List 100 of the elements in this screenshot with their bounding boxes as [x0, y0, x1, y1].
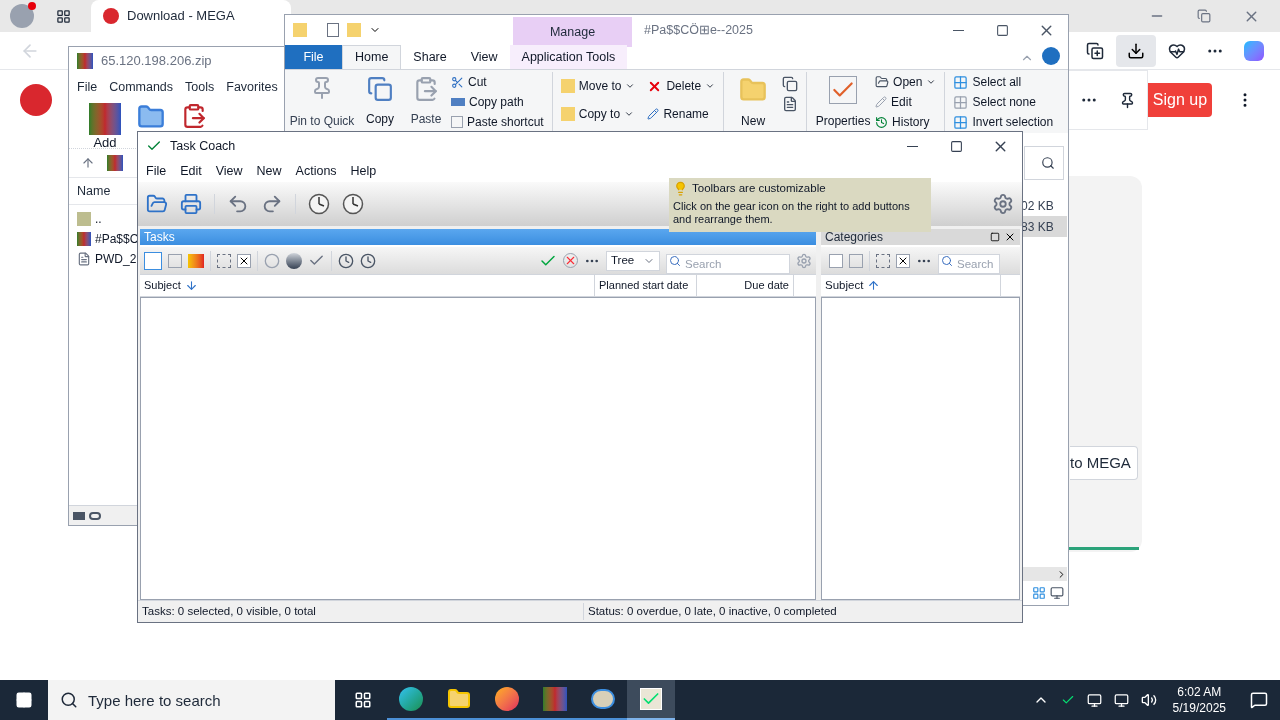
print-icon[interactable] [180, 193, 202, 215]
tab-actions-icon[interactable] [56, 8, 71, 24]
folder-icon [560, 79, 575, 93]
settings-icon[interactable] [992, 193, 1014, 215]
status-text: Tasks: 0 selected, 0 visible, 0 total [138, 602, 584, 621]
move-to-button[interactable]: Move to [560, 76, 636, 96]
checkmark-icon [829, 76, 858, 104]
file-name[interactable]: .. [95, 209, 102, 228]
browser-essentials-icon[interactable] [1168, 41, 1186, 60]
active-icon[interactable] [286, 252, 302, 269]
minimize-icon [952, 29, 964, 31]
up-arrow-icon[interactable] [81, 156, 95, 170]
folder-icon [77, 211, 91, 226]
menu-item[interactable]: Edit [180, 161, 202, 181]
collections-icon[interactable] [1086, 41, 1104, 60]
search-box[interactable] [1024, 146, 1064, 180]
rename-button[interactable]: Rename [647, 104, 716, 124]
delete-icon[interactable] [237, 253, 251, 268]
menu-item[interactable]: Favorites [226, 77, 278, 97]
cut-button[interactable]: Cut [451, 72, 544, 92]
browser-tab[interactable]: Download - MEGA [91, 0, 291, 32]
history-icon [875, 115, 889, 129]
menu-item[interactable]: New [256, 161, 282, 181]
maximize-icon [995, 23, 1009, 37]
start-tracking-icon[interactable] [308, 193, 330, 215]
column-header[interactable]: Planned start date [595, 275, 697, 296]
stop-tracking-icon[interactable] [342, 193, 364, 215]
edit-button[interactable]: Edit [875, 92, 937, 112]
menu-item[interactable]: Commands [109, 77, 174, 97]
open-icon[interactable] [146, 193, 168, 215]
menu-item[interactable]: File [146, 161, 167, 181]
scrollbar[interactable] [1021, 567, 1067, 581]
history-button[interactable]: History [875, 112, 937, 132]
menu-item[interactable]: File [77, 77, 98, 97]
start-icon[interactable] [15, 691, 33, 709]
search-icon [1041, 156, 1055, 170]
redo-icon[interactable] [261, 193, 283, 215]
delete-button[interactable]: Delete [647, 76, 716, 96]
close-pane-icon[interactable] [1004, 231, 1016, 243]
copy-to-button[interactable]: Copy to [560, 104, 636, 124]
select-none-button[interactable]: Select none [953, 92, 1054, 112]
ribbon-tab[interactable]: Share [401, 45, 459, 69]
new-folder-button[interactable]: New [732, 72, 775, 130]
clock-icon[interactable] [338, 252, 354, 269]
network-icon[interactable] [1113, 692, 1129, 708]
ribbon-tab[interactable]: Home [342, 45, 402, 69]
notifications-icon[interactable] [1250, 691, 1268, 709]
window-title: #Pa$$CÖ⊞e--2025 [644, 21, 753, 39]
open-button[interactable]: Open [875, 72, 937, 92]
maximize-pane-icon[interactable] [990, 232, 1000, 242]
caret-icon [705, 81, 716, 91]
restore-icon[interactable] [1197, 9, 1211, 23]
tooltip-title: Toolbars are customizable [692, 181, 826, 196]
ribbon-tab[interactable]: File [285, 45, 342, 69]
invert-selection-button[interactable]: Invert selection [953, 112, 1054, 132]
clock-time[interactable]: 6:02 AM [1177, 684, 1222, 700]
copy-path-button[interactable]: Copy path [451, 92, 544, 112]
column-header[interactable]: Subject [140, 275, 595, 296]
profile-avatar-icon[interactable] [10, 4, 34, 28]
select-all-button[interactable]: Select all [953, 72, 1054, 92]
ribbon-tab[interactable]: Application Tools [509, 45, 628, 69]
mega-button[interactable]: to MEGA [1070, 446, 1138, 480]
menu-item[interactable]: Tools [185, 77, 215, 97]
folder-icon [293, 23, 307, 37]
color-icon[interactable] [188, 253, 204, 268]
search-icon [941, 254, 953, 267]
paste-button[interactable]: Paste [405, 72, 447, 128]
sign-up-button[interactable]: Sign up [1148, 83, 1212, 117]
downloads-button[interactable] [1116, 34, 1156, 67]
details-view-icon[interactable] [1032, 586, 1046, 600]
pin-to-quick-access-button[interactable]: Pin to Quick [289, 72, 355, 130]
clipboard-icon[interactable] [181, 103, 207, 129]
taskbar-button[interactable] [627, 680, 675, 720]
column-header[interactable]: Due date [697, 275, 794, 296]
large-icons-view-icon[interactable] [1050, 586, 1064, 600]
paste-shortcut-button[interactable]: Paste shortcut [451, 112, 544, 132]
ribbon-tab[interactable]: View [458, 45, 510, 69]
view-select[interactable]: Tree [606, 250, 660, 271]
new-item-icon[interactable] [782, 76, 799, 92]
file-name[interactable]: PWD_2 [95, 249, 137, 268]
volume-icon[interactable] [1140, 692, 1157, 708]
column-header[interactable]: Subject [821, 275, 1001, 296]
undo-icon[interactable] [227, 193, 249, 215]
menu-item[interactable]: Actions [295, 161, 337, 181]
clock-icon[interactable] [360, 252, 376, 269]
folder-icon[interactable] [137, 103, 165, 131]
menu-item[interactable]: View [215, 161, 243, 181]
properties-button[interactable]: Properties [815, 72, 872, 130]
column-header[interactable]: Name [77, 181, 111, 201]
minimize-icon [906, 145, 918, 147]
menu-item[interactable]: Help [350, 161, 377, 181]
clock-date[interactable]: 5/19/2025 [1172, 700, 1226, 716]
sort-arrow-icon [867, 279, 881, 292]
delete-icon[interactable] [896, 253, 910, 268]
file-name[interactable]: #Pa$$C [95, 229, 139, 248]
taskbar-search-field[interactable]: Type here to search [48, 680, 335, 720]
copy-button[interactable]: Copy [359, 72, 401, 128]
search-field[interactable]: Search [666, 253, 790, 274]
search-field[interactable]: Search [938, 253, 1000, 274]
download-icon [1127, 41, 1145, 60]
